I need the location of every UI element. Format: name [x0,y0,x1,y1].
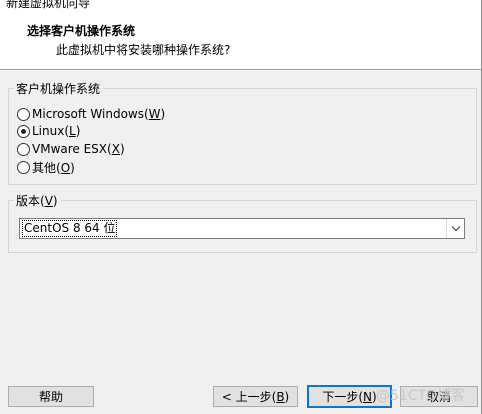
radio-vmware-esx-circle[interactable] [17,142,30,156]
help-button[interactable]: 帮助 [8,386,94,407]
radio-other[interactable]: 其他(O) [17,159,75,175]
radio-linux-label: Linux(L) [32,124,81,138]
version-select[interactable]: CentOS 8 64 位 [19,218,465,239]
radio-other-circle[interactable] [17,160,30,174]
guest-os-group: 客户机操作系统 Microsoft Windows(W) Linux(L) VM… [8,80,477,185]
radio-other-label: 其他(O) [32,160,75,175]
window-title: 新建虚拟机向导 [6,0,91,10]
page-heading: 选择客户机操作系统 [27,24,136,38]
version-group-label: 版本(V) [14,192,61,209]
chevron-down-icon [451,222,460,232]
version-select-value: CentOS 8 64 位 [22,220,118,237]
cancel-button-label: 取消 [426,390,451,404]
cancel-button[interactable]: 取消 [400,386,478,407]
radio-windows-label: Microsoft Windows(W) [32,107,166,121]
radio-vmware-esx-label: VMware ESX(X) [32,142,125,156]
guest-os-group-label: 客户机操作系统 [14,80,104,97]
version-group: 版本(V) CentOS 8 64 位 [8,192,477,253]
dropdown-button[interactable] [446,219,464,238]
help-button-label: 帮助 [38,390,63,404]
back-button[interactable]: < 上一步(B) [213,386,298,407]
wizard-header: 选择客户机操作系统 此虚拟机中将安装哪种操作系统? [0,12,482,69]
next-button[interactable]: 下一步(N) [307,385,392,408]
title-bar: 新建虚拟机向导 [0,0,482,12]
radio-windows[interactable]: Microsoft Windows(W) [17,106,165,122]
radio-linux[interactable]: Linux(L) [17,123,80,139]
radio-linux-circle[interactable] [17,124,30,138]
radio-windows-circle[interactable] [17,107,30,121]
back-button-label: < 上一步(B) [221,390,290,404]
page-subheading: 此虚拟机中将安装哪种操作系统? [56,43,231,57]
radio-vmware-esx[interactable]: VMware ESX(X) [17,141,125,157]
next-button-label: 下一步(N) [322,390,377,404]
header-divider-highlight [0,70,482,71]
